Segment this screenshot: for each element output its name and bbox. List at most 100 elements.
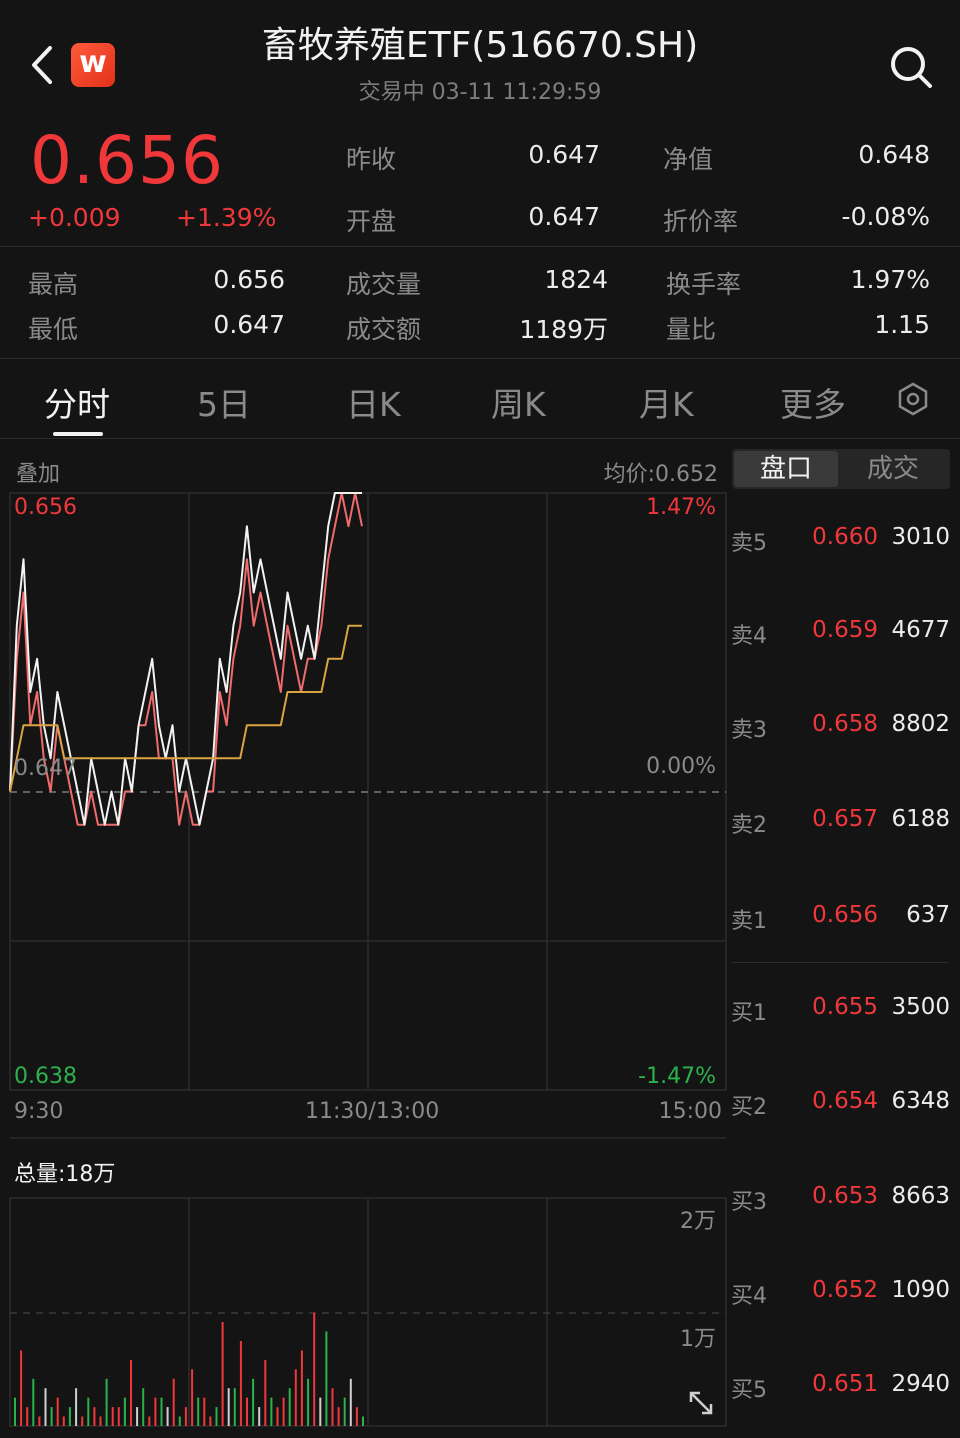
ask-5-price: 0.660 xyxy=(812,524,878,550)
tab-daily-k[interactable]: 日K xyxy=(346,378,401,426)
ask-4-volume: 4677 xyxy=(891,617,950,643)
current-price: 0.656 xyxy=(30,122,224,199)
volume-bar xyxy=(325,1331,328,1426)
ask-2-label: 卖2 xyxy=(731,813,767,838)
back-arrow-icon[interactable] xyxy=(28,40,58,90)
prev-close-value: 0.647 xyxy=(528,140,600,169)
tab-weekly-k[interactable]: 周K xyxy=(491,378,546,426)
intraday-chart[interactable] xyxy=(0,440,728,1438)
volume-bar xyxy=(258,1407,261,1426)
volume-bar xyxy=(50,1407,53,1426)
volume-bar xyxy=(197,1397,200,1426)
volume-bar xyxy=(117,1407,120,1426)
tab-order-book[interactable]: 盘口 xyxy=(734,451,838,487)
volume-bar xyxy=(227,1388,230,1426)
bid-2-price: 0.654 xyxy=(812,1088,878,1114)
divider xyxy=(0,438,960,439)
price-change: +0.009 xyxy=(28,203,121,232)
bid-1-volume: 3500 xyxy=(891,994,950,1020)
settings-gear-icon[interactable] xyxy=(896,382,930,416)
x-axis-mid-label: 11:30/13:00 xyxy=(305,1099,440,1124)
prev-close-label: 昨收 xyxy=(346,145,397,174)
app-logo-icon[interactable]: w xyxy=(71,43,115,87)
volume-bar xyxy=(81,1416,84,1426)
volume-bar xyxy=(184,1407,187,1426)
volume-bar xyxy=(123,1397,126,1426)
volume-bar xyxy=(252,1378,255,1427)
low-label: 最低 xyxy=(28,315,79,344)
volume-bar xyxy=(68,1407,71,1426)
high-label: 最高 xyxy=(28,270,79,299)
discount-label: 折价率 xyxy=(663,207,739,236)
expand-icon[interactable] xyxy=(686,1388,716,1418)
volume-bar xyxy=(136,1407,139,1426)
search-icon[interactable] xyxy=(888,44,934,90)
page-title: 畜牧养殖ETF(516670.SH) xyxy=(261,25,699,66)
volume-bar xyxy=(307,1378,310,1427)
volume-bar xyxy=(331,1388,334,1426)
x-axis-end-label: 15:00 xyxy=(658,1099,722,1124)
pct-top-label: 1.47% xyxy=(646,495,716,520)
volume-bar xyxy=(75,1388,78,1426)
ask-1-price: 0.656 xyxy=(812,902,878,928)
volume-bar xyxy=(99,1416,102,1426)
amount-value: 1189万 xyxy=(519,315,608,344)
volume-bar xyxy=(111,1407,114,1426)
ask-bid-divider xyxy=(732,962,948,963)
chart-grid xyxy=(9,492,727,1427)
volume-bar xyxy=(300,1350,303,1426)
volume-ratio-label: 量比 xyxy=(666,315,717,344)
open-value: 0.647 xyxy=(528,202,600,231)
volume-bar xyxy=(166,1407,169,1426)
volume-bar xyxy=(14,1397,16,1426)
bid-1-price: 0.655 xyxy=(812,994,878,1020)
volume-bar xyxy=(209,1416,212,1426)
logo-letter: w xyxy=(79,45,107,80)
ask-1-label: 卖1 xyxy=(731,909,767,934)
volume-bar xyxy=(239,1341,242,1426)
ask-2-price: 0.657 xyxy=(812,806,878,832)
nav-value: 0.648 xyxy=(858,140,930,169)
y-axis-bottom-label: 0.638 xyxy=(14,1064,77,1089)
volume-tick-mid: 1万 xyxy=(680,1327,716,1352)
ask-4-label: 卖4 xyxy=(731,624,767,649)
tab-monthly-k[interactable]: 月K xyxy=(639,378,694,426)
ask-5-volume: 3010 xyxy=(891,524,950,550)
volume-bar xyxy=(246,1397,248,1426)
tab-more[interactable]: 更多 xyxy=(780,378,846,426)
volume-bar xyxy=(233,1388,236,1426)
bid-5-volume: 2940 xyxy=(891,1371,950,1397)
ask-3-volume: 8802 xyxy=(891,711,950,737)
high-value: 0.656 xyxy=(213,265,285,294)
tab-5day[interactable]: 5日 xyxy=(197,378,251,426)
volume-bar xyxy=(355,1407,358,1426)
tab-trades[interactable]: 成交 xyxy=(840,451,946,487)
volume-bar xyxy=(282,1397,285,1426)
volume-bar xyxy=(270,1397,273,1426)
volume-bar xyxy=(221,1322,224,1426)
volume-bar xyxy=(362,1416,364,1426)
bid-4-volume: 1090 xyxy=(891,1277,950,1303)
bid-3-price: 0.653 xyxy=(812,1183,878,1209)
ask-2-volume: 6188 xyxy=(891,806,950,832)
volume-bar xyxy=(87,1397,90,1426)
volume-bar xyxy=(154,1397,157,1426)
volume-bar xyxy=(38,1416,41,1426)
volume-bar xyxy=(294,1369,297,1426)
turnover-label: 换手率 xyxy=(666,270,742,299)
volume-bar xyxy=(319,1397,322,1426)
volume-bar xyxy=(32,1378,35,1427)
pct-bottom-label: -1.47% xyxy=(638,1064,716,1089)
volume-tick-top: 2万 xyxy=(680,1209,716,1234)
price-change-pct: +1.39% xyxy=(176,203,277,232)
volume-bar xyxy=(264,1359,267,1427)
volume-bar xyxy=(313,1312,316,1426)
bid-2-volume: 6348 xyxy=(891,1088,950,1114)
ask-1-volume: 637 xyxy=(906,902,950,928)
volume-bar xyxy=(20,1350,23,1426)
volume-bar xyxy=(130,1359,132,1427)
volume-bar xyxy=(142,1388,145,1426)
x-axis-start-label: 9:30 xyxy=(14,1099,64,1124)
tab-intraday[interactable]: 分时 xyxy=(44,378,110,426)
total-volume-label: 总量:18万 xyxy=(14,1162,116,1187)
